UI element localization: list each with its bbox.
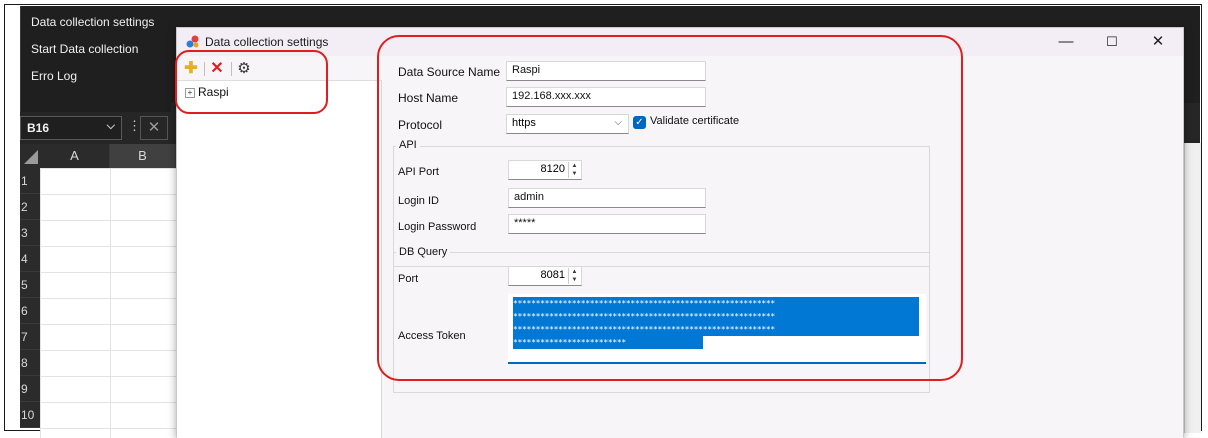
expand-icon[interactable]: + (185, 87, 195, 98)
delete-icon[interactable]: ✕ (208, 60, 226, 78)
row-header[interactable]: 5 (20, 272, 40, 298)
row-header[interactable]: 3 (20, 220, 40, 246)
api-group-title: API (396, 139, 420, 151)
maximize-button[interactable]: ☐ (1097, 32, 1127, 52)
tree-item-label: Raspi (198, 85, 229, 99)
name-box-value: B16 (27, 121, 50, 135)
access-token-label: Access Token (398, 330, 466, 342)
protocol-select[interactable]: https ⌵ (506, 114, 629, 134)
validate-certificate-checkbox[interactable]: ✓ (633, 116, 646, 129)
background-window-edge (1184, 143, 1201, 433)
db-query-group-title: DB Query (396, 246, 451, 258)
toolbar-divider (204, 62, 205, 76)
add-icon[interactable]: ✚ (182, 60, 200, 78)
row-header[interactable]: 1 (20, 168, 40, 194)
token-line: ****************************************… (513, 323, 919, 336)
stepper-arrows-icon[interactable]: ▲ ▼ (568, 162, 580, 178)
stepper-arrows-icon[interactable]: ▲ ▼ (568, 268, 580, 284)
login-password-label: Login Password (398, 221, 477, 233)
row-header[interactable]: 9 (20, 376, 40, 402)
data-source-name-field[interactable]: Raspi (506, 61, 706, 81)
column-header-b[interactable]: B (110, 144, 176, 168)
app-logo-icon (186, 35, 199, 48)
protocol-value: https (512, 117, 536, 129)
host-name-label: Host Name (398, 91, 459, 105)
row-header[interactable]: 7 (20, 324, 40, 350)
login-password-field[interactable]: ***** (508, 214, 706, 234)
protocol-label: Protocol (398, 118, 443, 132)
close-button[interactable]: ✕ (1143, 32, 1173, 52)
data-source-tree-pane: ✚ ✕ ⚙ + Raspi (177, 58, 382, 438)
addin-menu: Data collection settings Start Data coll… (20, 6, 171, 112)
name-box[interactable]: B16 ⌵ (20, 116, 122, 140)
tree-item-raspi[interactable]: + Raspi (185, 85, 229, 99)
data-source-name-label: Data Source Name (398, 65, 501, 79)
menu-item-error-log[interactable]: Erro Log (31, 69, 77, 83)
api-port-value: 8120 (540, 163, 565, 175)
spreadsheet-grid[interactable] (40, 168, 176, 438)
access-token-field[interactable]: ****************************************… (508, 294, 926, 364)
token-line: ************************* (513, 336, 703, 349)
toolbar-divider (231, 62, 232, 76)
api-port-stepper[interactable]: 8120 ▲ ▼ (508, 160, 582, 180)
validate-certificate-label: Validate certificate (650, 115, 740, 127)
tree-toolbar: ✚ ✕ ⚙ (177, 58, 382, 81)
row-header[interactable]: 8 (20, 350, 40, 376)
select-all-triangle-icon (24, 150, 38, 164)
gear-icon[interactable]: ⚙ (235, 60, 253, 78)
row-header[interactable]: 4 (20, 246, 40, 272)
row-header[interactable]: 2 (20, 194, 40, 220)
dialog-titlebar[interactable]: Data collection settings — ☐ ✕ (177, 28, 1183, 56)
login-id-label: Login ID (398, 195, 439, 207)
cancel-icon[interactable]: ✕ (140, 116, 168, 140)
minimize-button[interactable]: — (1051, 32, 1081, 52)
db-port-label: Port (398, 273, 419, 285)
token-line: ****************************************… (513, 310, 919, 323)
menu-item-start-data-collection[interactable]: Start Data collection (31, 42, 138, 56)
db-port-value: 8081 (540, 269, 565, 281)
api-port-label: API Port (398, 166, 439, 178)
token-line: ****************************************… (513, 297, 919, 310)
column-header-a[interactable]: A (40, 144, 110, 168)
row-header[interactable]: 10 (20, 402, 40, 428)
row-header[interactable]: 6 (20, 298, 40, 324)
chevron-down-icon: ⌵ (614, 117, 622, 128)
menu-item-data-collection-settings[interactable]: Data collection settings (31, 15, 154, 29)
settings-form: Data Source Name Raspi Host Name 192.168… (382, 58, 1183, 438)
login-id-field[interactable]: admin (508, 188, 706, 208)
dialog-title: Data collection settings (205, 35, 329, 49)
chevron-down-icon[interactable]: ⌵ (107, 120, 115, 133)
host-name-field[interactable]: 192.168.xxx.xxx (506, 87, 706, 107)
data-collection-settings-dialog: Data collection settings — ☐ ✕ ✚ ✕ ⚙ + Ra… (176, 27, 1184, 438)
db-port-stepper[interactable]: 8081 ▲ ▼ (508, 266, 582, 286)
